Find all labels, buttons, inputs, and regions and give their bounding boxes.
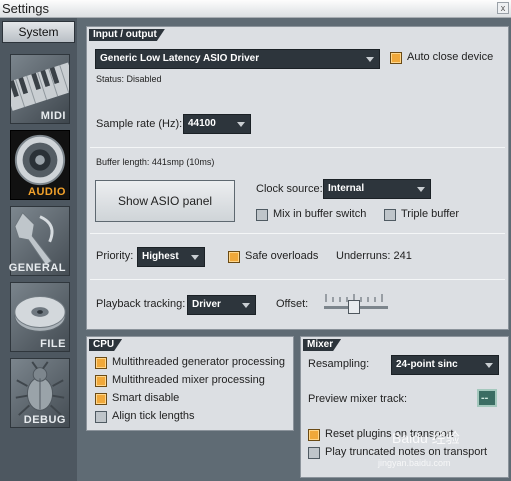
tab-system[interactable]: System bbox=[2, 21, 75, 43]
divider bbox=[90, 233, 505, 234]
cpu-option-label: Align tick lengths bbox=[112, 410, 195, 422]
clock-source-select[interactable]: Internal bbox=[323, 179, 431, 199]
safe-overloads-label: Safe overloads bbox=[245, 250, 319, 262]
mixer-panel: Mixer Resampling: 24-point sinc Preview … bbox=[300, 336, 509, 478]
offset-slider[interactable] bbox=[324, 292, 388, 316]
resampling-select[interactable]: 24-point sinc bbox=[391, 355, 499, 375]
chevron-down-icon bbox=[191, 255, 199, 260]
clock-source-label: Clock source: bbox=[256, 183, 323, 195]
watermark-text: Baidu 经验 bbox=[392, 430, 460, 446]
sample-rate-label: Sample rate (Hz): bbox=[96, 118, 183, 130]
mix-in-buffer-label: Mix in buffer switch bbox=[273, 208, 367, 220]
close-icon[interactable]: x bbox=[497, 2, 509, 14]
cpu-option-checkbox[interactable] bbox=[95, 357, 107, 369]
mix-in-buffer-checkbox[interactable] bbox=[256, 209, 268, 221]
offset-label: Offset: bbox=[276, 298, 309, 310]
sidebar-item-audio[interactable]: AUDIO bbox=[10, 130, 70, 200]
divider bbox=[90, 147, 505, 148]
sidebar: System MIDI AUDIO GENERAL FILE DEBUG bbox=[0, 18, 77, 481]
slider-thumb[interactable] bbox=[348, 300, 360, 314]
driver-select[interactable]: Generic Low Latency ASIO Driver bbox=[95, 49, 380, 69]
cpu-option-checkbox[interactable] bbox=[95, 375, 107, 387]
audio-settings: Input / output Generic Low Latency ASIO … bbox=[86, 26, 509, 478]
chevron-down-icon bbox=[237, 122, 245, 127]
preview-mixer-track-value: -- bbox=[481, 392, 489, 404]
divider bbox=[90, 279, 505, 280]
chevron-down-icon bbox=[417, 187, 425, 192]
panel-header: CPU bbox=[89, 339, 122, 351]
cpu-panel: CPU Multithreaded generator processing M… bbox=[86, 336, 294, 431]
panel-header: Mixer bbox=[303, 339, 341, 351]
title-bar: Settings x bbox=[0, 0, 511, 18]
sample-rate-select[interactable]: 44100 bbox=[183, 114, 251, 134]
priority-select[interactable]: Highest bbox=[137, 247, 205, 267]
triple-buffer-label: Triple buffer bbox=[401, 208, 460, 220]
buffer-length-text: Buffer length: 441smp (10ms) bbox=[96, 157, 215, 167]
playback-tracking-label: Playback tracking: bbox=[96, 298, 186, 310]
play-truncated-checkbox[interactable] bbox=[308, 447, 320, 459]
watermark-url: jingyan.baidu.com bbox=[378, 458, 451, 468]
cpu-option-checkbox[interactable] bbox=[95, 393, 107, 405]
safe-overloads-checkbox[interactable] bbox=[228, 251, 240, 263]
reset-plugins-checkbox[interactable] bbox=[308, 429, 320, 441]
cpu-option-label: Multithreaded generator processing bbox=[112, 356, 286, 368]
sidebar-item-label: DEBUG bbox=[23, 414, 66, 426]
priority-value: Highest bbox=[142, 251, 179, 262]
driver-value: Generic Low Latency ASIO Driver bbox=[100, 53, 260, 64]
playback-tracking-select[interactable]: Driver bbox=[187, 295, 256, 315]
input-output-panel: Input / output Generic Low Latency ASIO … bbox=[86, 26, 509, 330]
sidebar-item-file[interactable]: FILE bbox=[10, 282, 70, 352]
chevron-down-icon bbox=[242, 303, 250, 308]
resampling-value: 24-point sinc bbox=[396, 359, 458, 370]
cpu-option-label: Multithreaded mixer processing bbox=[112, 374, 265, 386]
cpu-option-label: Smart disable bbox=[112, 392, 180, 404]
sidebar-item-label: GENERAL bbox=[8, 262, 66, 274]
panel-header: Input / output bbox=[89, 29, 165, 41]
auto-close-label: Auto close device bbox=[407, 51, 494, 63]
sample-rate-value: 44100 bbox=[188, 118, 216, 129]
sidebar-item-label: FILE bbox=[40, 338, 66, 350]
sidebar-item-midi[interactable]: MIDI bbox=[10, 54, 70, 124]
status-text: Status: Disabled bbox=[96, 74, 162, 84]
show-asio-panel-button[interactable]: Show ASIO panel bbox=[95, 180, 235, 222]
clock-source-value: Internal bbox=[328, 183, 365, 194]
window-title: Settings bbox=[2, 1, 49, 16]
sidebar-item-general[interactable]: GENERAL bbox=[8, 206, 70, 276]
priority-label: Priority: bbox=[96, 250, 134, 262]
cpu-option-checkbox[interactable] bbox=[95, 411, 107, 423]
underruns-text: Underruns: 241 bbox=[336, 250, 412, 262]
auto-close-checkbox[interactable] bbox=[390, 52, 402, 64]
resampling-label: Resampling: bbox=[308, 358, 370, 370]
preview-mixer-track-indicator[interactable]: -- bbox=[477, 389, 497, 407]
sidebar-item-debug[interactable]: DEBUG bbox=[10, 358, 70, 428]
chevron-down-icon bbox=[485, 363, 493, 368]
preview-mixer-track-label: Preview mixer track: bbox=[308, 393, 408, 405]
sidebar-item-label: MIDI bbox=[40, 110, 66, 122]
triple-buffer-checkbox[interactable] bbox=[384, 209, 396, 221]
sidebar-item-label: AUDIO bbox=[28, 186, 66, 198]
playback-tracking-value: Driver bbox=[192, 299, 221, 310]
chevron-down-icon bbox=[366, 57, 374, 62]
